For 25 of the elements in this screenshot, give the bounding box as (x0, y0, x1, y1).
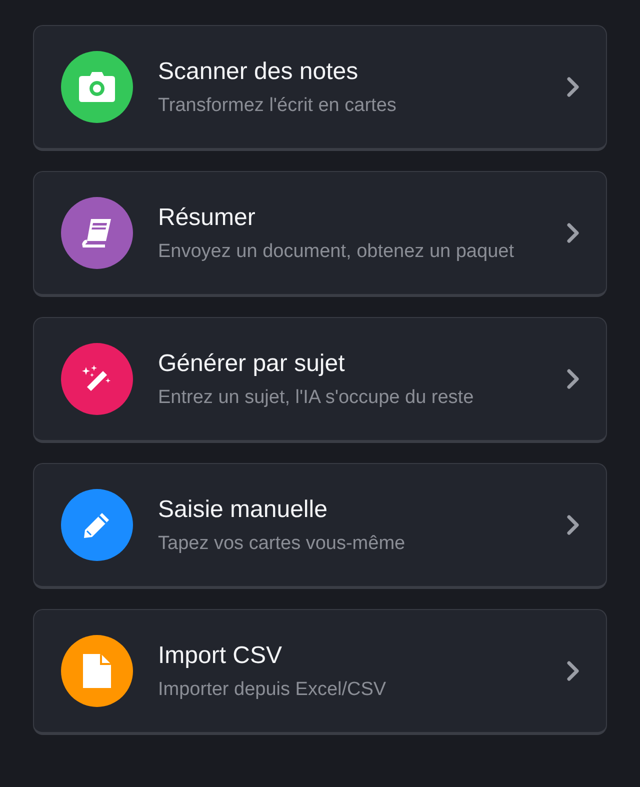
camera-icon (79, 72, 115, 102)
option-title: Résumer (158, 204, 256, 232)
option-title: Import CSV (158, 642, 284, 670)
chevron-right-icon (566, 222, 580, 244)
magic-wand-icon (82, 364, 112, 394)
option-title: Scanner des notes (158, 58, 360, 86)
chevron-right-icon (566, 76, 580, 98)
chevron-right-icon (566, 660, 580, 682)
option-subtitle: Transformez l'écrit en cartes (158, 94, 398, 116)
option-card[interactable]: Scanner des notes Transformez l'écrit en cartes (33, 25, 607, 151)
option-card[interactable]: Import CSV Importer depuis Excel/CSV (33, 609, 607, 735)
file-icon (83, 654, 111, 688)
option-subtitle: Tapez vos cartes vous-même (158, 532, 406, 554)
option-subtitle: Entrez un sujet, l'IA s'occupe du reste (158, 386, 475, 408)
option-title: Saisie manuelle (158, 496, 328, 524)
option-subtitle: Importer depuis Excel/CSV (158, 678, 388, 700)
option-subtitle: Envoyez un document, obtenez un paquet (158, 240, 515, 262)
chevron-right-icon (566, 514, 580, 536)
pencil-icon (82, 510, 112, 540)
option-card[interactable]: Générer par sujet Entrez un sujet, l'IA s'occupe du reste (33, 317, 607, 443)
option-card[interactable]: Résumer Envoyez un document, obtenez un paquet (33, 171, 607, 297)
chevron-right-icon (566, 368, 580, 390)
option-card[interactable]: Saisie manuelle Tapez vos cartes vous-même (33, 463, 607, 589)
book-icon (82, 218, 112, 248)
option-title: Générer par sujet (158, 350, 346, 378)
